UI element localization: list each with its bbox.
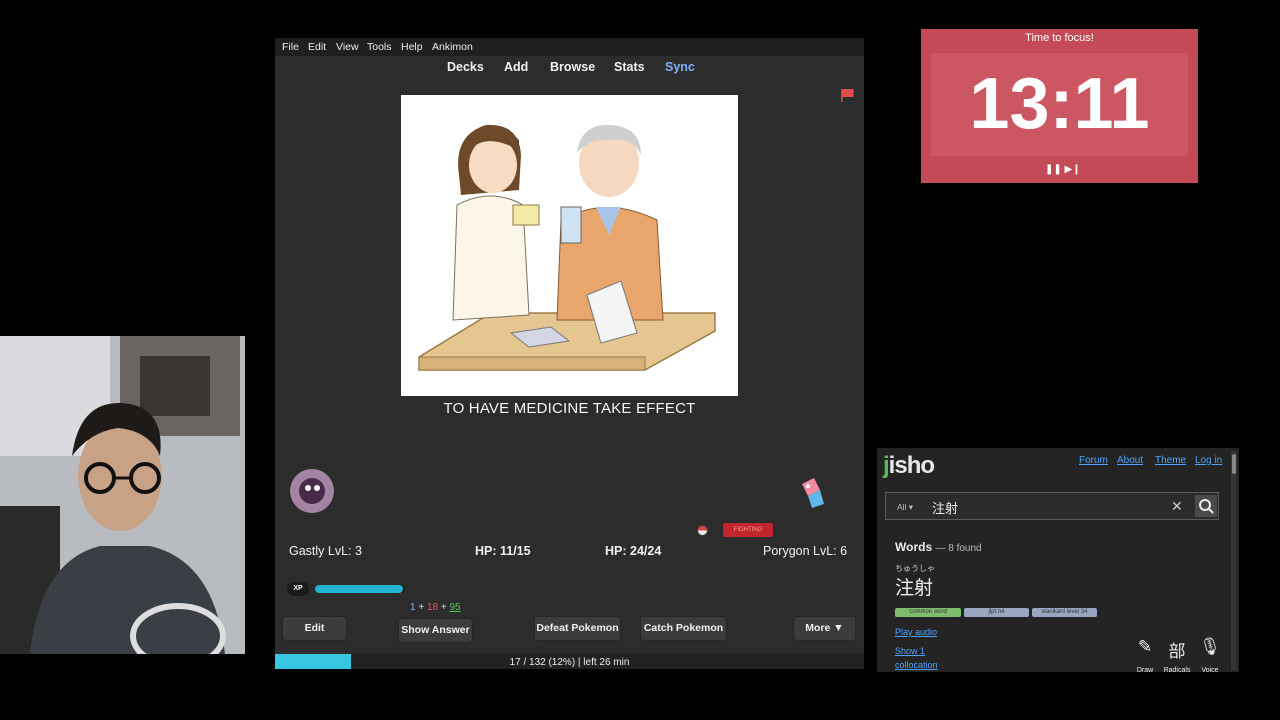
- microphone-icon: 🎙: [1199, 637, 1221, 656]
- jisho-logo[interactable]: jisho: [883, 452, 935, 480]
- count-plus: +: [440, 602, 447, 613]
- search-icon: [1199, 499, 1214, 514]
- draw-icon: ✎: [1137, 637, 1153, 656]
- card-counts: 1 + 18 + 95: [410, 602, 461, 613]
- menu-ankimon[interactable]: Ankimon: [432, 41, 473, 53]
- timer-controls[interactable]: ❚❚ ▶❙: [1045, 164, 1081, 175]
- deck-progress-text: 17 / 132 (12%) | left 26 min: [509, 657, 630, 668]
- scrollbar[interactable]: [1231, 451, 1237, 671]
- radicals-icon: 部: [1168, 642, 1186, 661]
- nav-about[interactable]: About: [1117, 455, 1143, 466]
- toolbar-decks[interactable]: Decks: [447, 60, 484, 74]
- menu-edit[interactable]: Edit: [308, 41, 326, 53]
- search-bar: All ▾ 注射 ✕: [885, 492, 1219, 520]
- porygon-sprite: [802, 478, 824, 508]
- timer-display: 13:11: [931, 53, 1188, 156]
- type-badge: FIGHTING: [723, 523, 773, 537]
- xp-bar: [315, 585, 405, 593]
- nav-forum[interactable]: Forum: [1079, 455, 1108, 466]
- show-answer-button[interactable]: Show Answer: [398, 618, 473, 643]
- toolbar-browse[interactable]: Browse: [550, 60, 595, 74]
- menu-bar: File Edit View Tools Help Ankimon: [275, 38, 864, 56]
- play-audio-link[interactable]: Play audio: [895, 627, 937, 637]
- search-input[interactable]: 注射: [932, 498, 958, 517]
- toolbar-sync[interactable]: Sync: [665, 60, 695, 74]
- timer-digits: 13:11: [969, 64, 1150, 144]
- catch-pokemon-button[interactable]: Catch Pokemon: [640, 616, 727, 641]
- radicals-label: Radicals: [1163, 667, 1191, 674]
- search-button[interactable]: [1195, 495, 1217, 517]
- enemy-hp: HP: 24/24: [605, 544, 662, 558]
- webcam-feed: [0, 336, 245, 654]
- search-filter-select[interactable]: All ▾: [897, 502, 913, 513]
- show-collocation-link[interactable]: Show 1: [895, 646, 925, 656]
- word-entry[interactable]: 注射: [895, 573, 933, 600]
- words-count: — 8 found: [935, 543, 982, 554]
- edit-button[interactable]: Edit: [282, 616, 347, 641]
- draw-label: Draw: [1136, 667, 1154, 674]
- jisho-logo-text: isho: [888, 452, 935, 479]
- draw-tool[interactable]: ✎ Draw: [1130, 637, 1160, 677]
- anki-window: File Edit View Tools Help Ankimon Decks …: [275, 38, 864, 669]
- count-plus: +: [418, 602, 425, 613]
- voice-tool[interactable]: 🎙 Voice: [1195, 637, 1225, 677]
- defeat-pokemon-button[interactable]: Defeat Pokemon: [534, 616, 621, 641]
- pokeball-icon: [697, 525, 708, 536]
- toolbar-add[interactable]: Add: [504, 60, 528, 74]
- card-front-text: TO HAVE MEDICINE TAKE EFFECT: [443, 400, 696, 417]
- learn-count: 18: [426, 602, 439, 613]
- player-pokemon-level: Gastly LvL: 3: [289, 544, 362, 558]
- nav-login[interactable]: Log in: [1195, 455, 1222, 466]
- scrollbar-thumb[interactable]: [1232, 454, 1236, 474]
- tag-common-word: common word: [895, 608, 961, 617]
- player-hp: HP: 11/15: [475, 544, 531, 558]
- radicals-tool[interactable]: 部 Radicals: [1162, 637, 1192, 677]
- tag-wanikani: wanikani level 34: [1032, 608, 1097, 617]
- voice-label: Voice: [1201, 667, 1219, 674]
- nav-theme[interactable]: Theme: [1155, 455, 1186, 466]
- xp-bar-fill: [315, 585, 404, 593]
- gastly-sprite: [290, 469, 334, 513]
- timer-title: Time to focus!: [1025, 32, 1094, 44]
- review-count: 95: [449, 602, 461, 613]
- words-heading: Words — 8 found: [895, 540, 982, 554]
- focus-timer: Time to focus! 13:11 ❚❚ ▶❙: [921, 29, 1198, 183]
- flag-icon[interactable]: [840, 88, 854, 102]
- menu-view[interactable]: View: [336, 41, 359, 53]
- new-count: 1: [410, 602, 416, 613]
- clear-icon[interactable]: ✕: [1171, 498, 1183, 515]
- jisho-panel: jisho Forum About Theme Log in All ▾ 注射 …: [877, 448, 1239, 674]
- menu-help[interactable]: Help: [401, 41, 423, 53]
- main-toolbar: Decks Add Browse Stats Sync: [275, 56, 864, 82]
- xp-label: XP: [287, 582, 309, 596]
- words-title: Words: [895, 540, 933, 554]
- more-button[interactable]: More ▼: [793, 616, 856, 641]
- menu-file[interactable]: File: [282, 41, 299, 53]
- tag-jlpt: jlpt n4: [964, 608, 1029, 617]
- menu-tools[interactable]: Tools: [367, 41, 392, 53]
- toolbar-stats[interactable]: Stats: [614, 60, 645, 74]
- enemy-pokemon-level: Porygon LvL: 6: [763, 544, 848, 558]
- card-image: [401, 95, 738, 396]
- collocation-link[interactable]: collocation: [895, 660, 938, 670]
